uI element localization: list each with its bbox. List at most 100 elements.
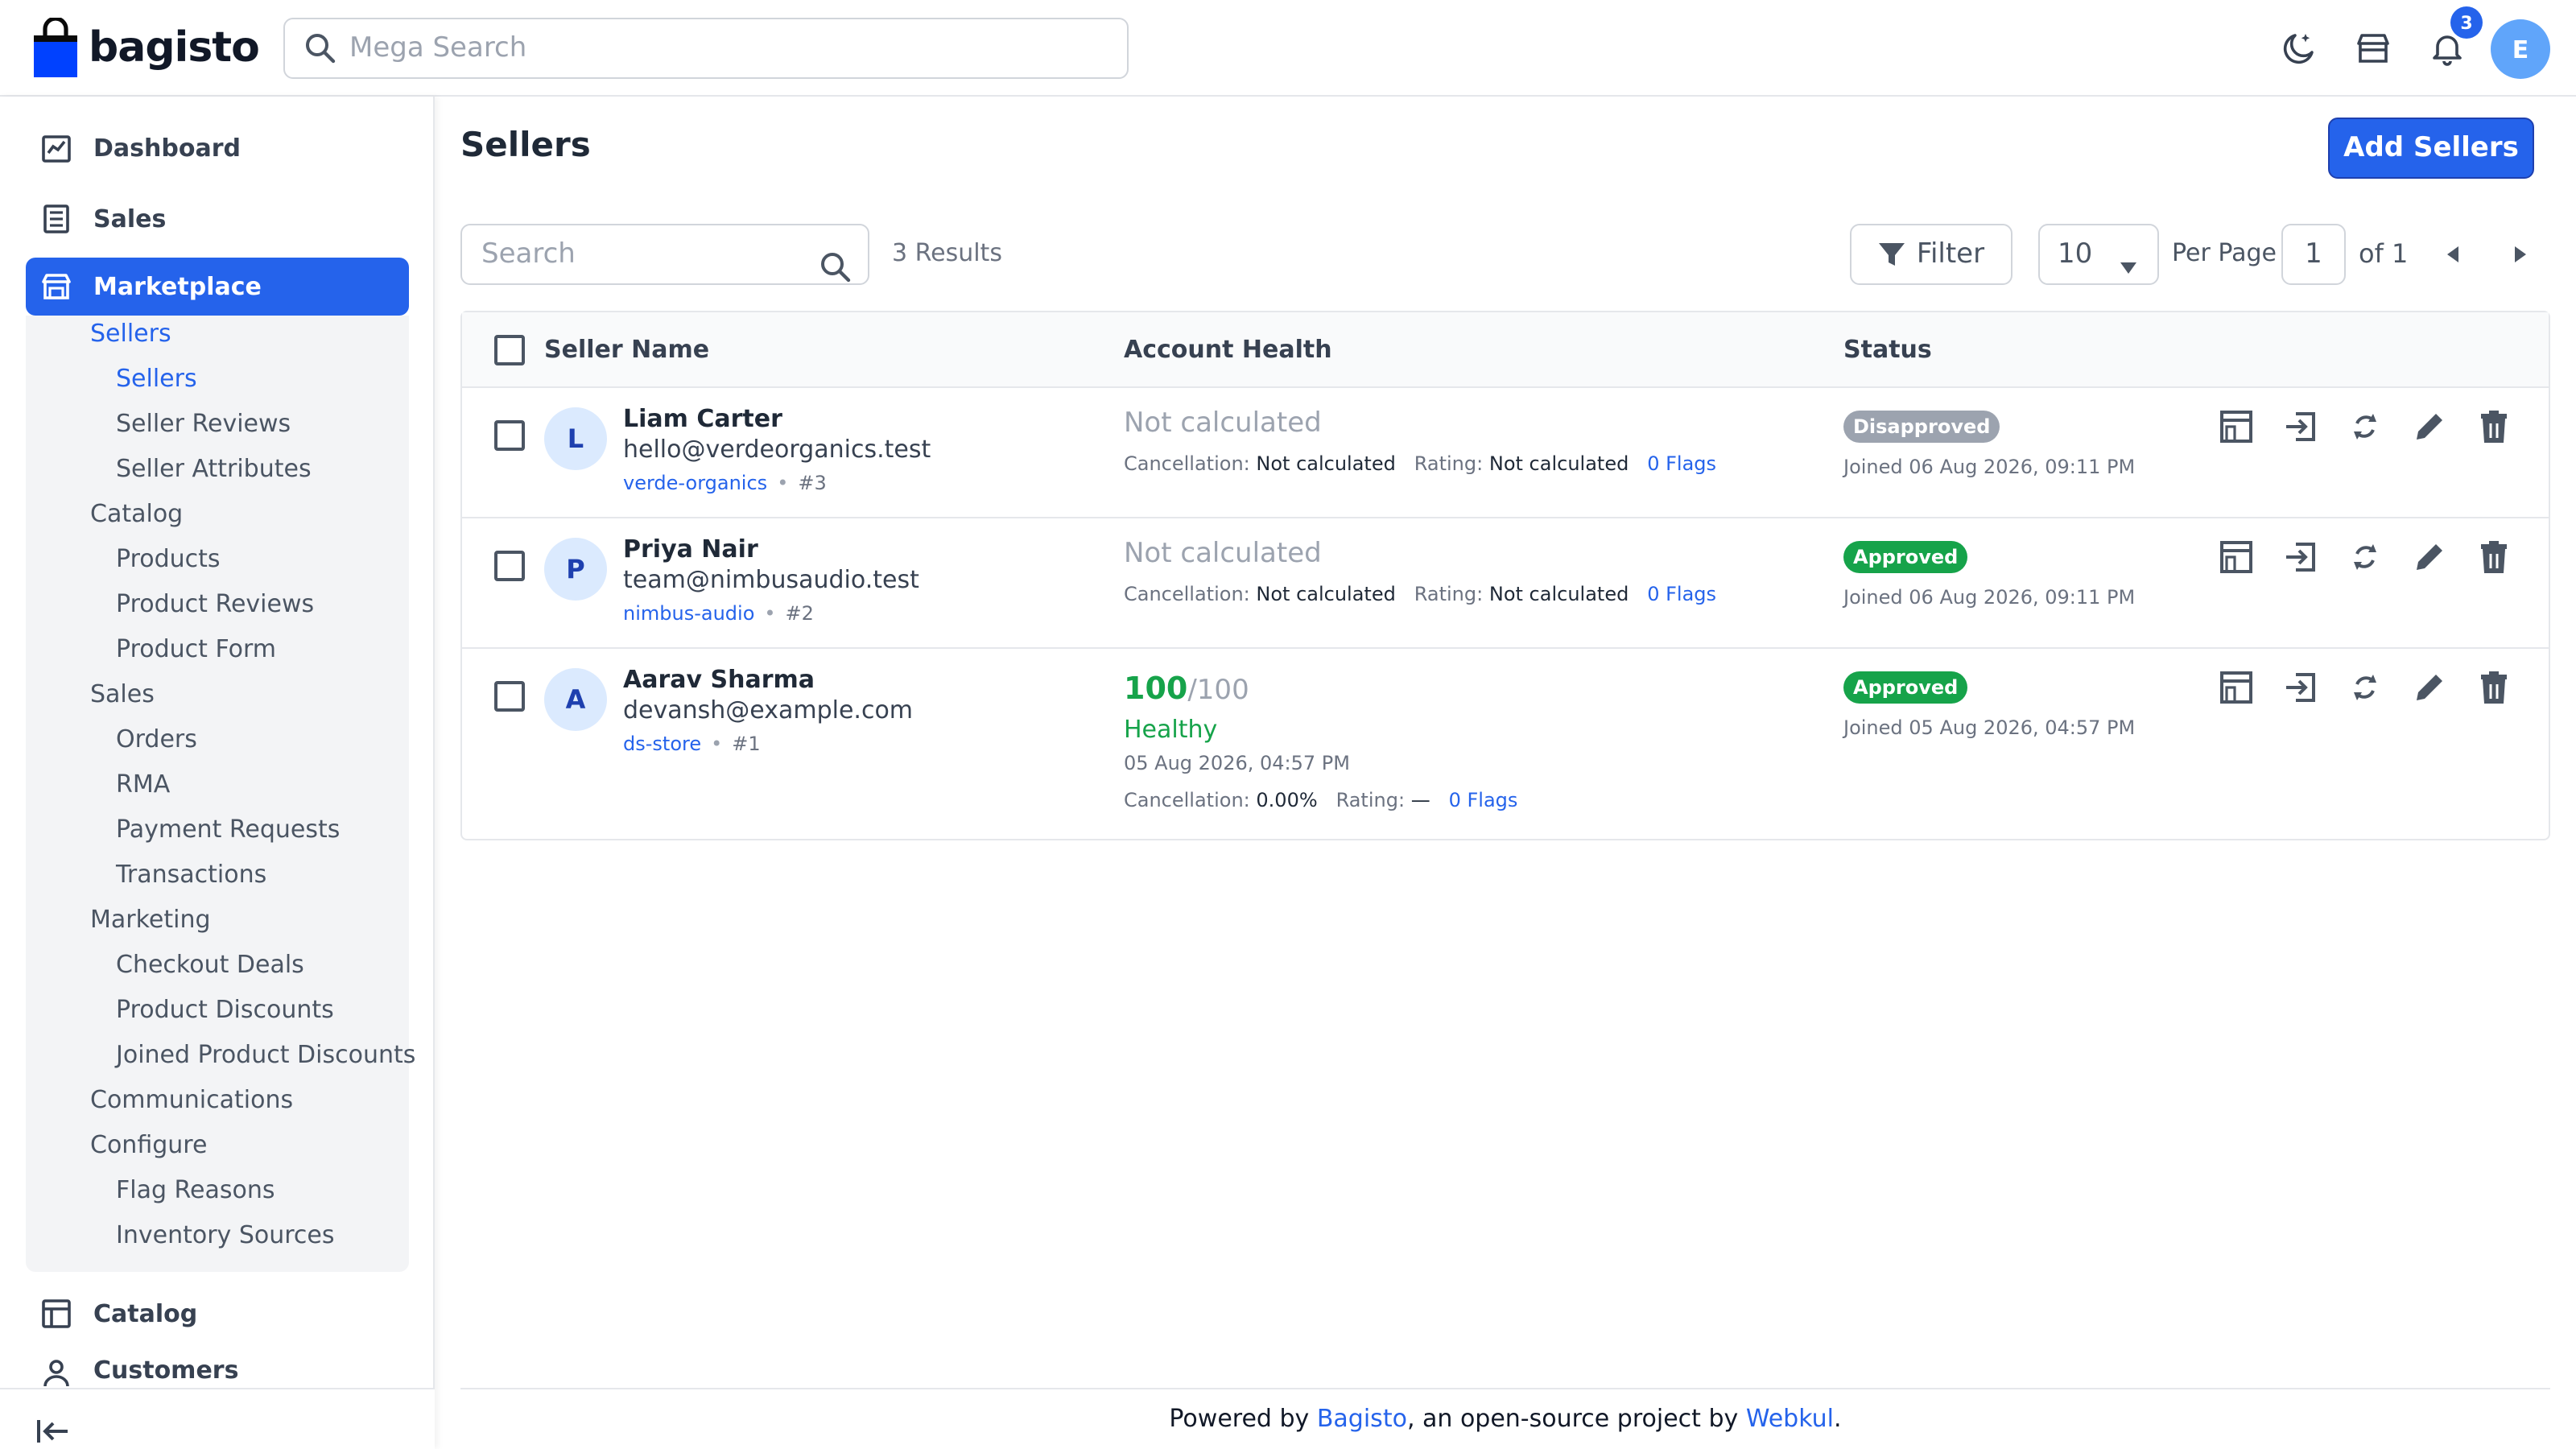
submenu-inventory-sources[interactable]: Inventory Sources (116, 1220, 335, 1249)
sync-icon[interactable] (2346, 538, 2384, 576)
seller-name: Priya Nair (623, 535, 758, 564)
submenu-marketing-group[interactable]: Marketing (90, 905, 211, 934)
sidebar-item-dashboard[interactable]: Dashboard (26, 119, 409, 177)
flags-link[interactable]: 0 Flags (1449, 789, 1518, 811)
seller-search-input[interactable] (481, 238, 803, 270)
sidebar-item-label: Marketplace (93, 272, 262, 301)
marketplace-submenu: Sellers Sellers Seller Reviews Seller At… (26, 316, 415, 1272)
view-storefront-icon[interactable] (2217, 538, 2256, 576)
login-as-seller-icon[interactable] (2281, 668, 2320, 707)
submenu-catalog-group[interactable]: Catalog (90, 499, 183, 528)
submenu-rma[interactable]: RMA (116, 770, 170, 799)
joined-date: Joined 06 Aug 2026, 09:11 PM (1843, 456, 2136, 478)
submenu-configure-group[interactable]: Configure (90, 1130, 207, 1159)
seller-name: Liam Carter (623, 404, 782, 433)
submenu-sales-group[interactable]: Sales (90, 679, 155, 708)
sidebar-item-marketplace[interactable]: Marketplace (26, 258, 409, 316)
joined-date: Joined 06 Aug 2026, 09:11 PM (1843, 586, 2136, 609)
seller-search-box[interactable] (460, 224, 869, 285)
submenu-product-reviews[interactable]: Product Reviews (116, 589, 314, 618)
submenu-product-form[interactable]: Product Form (116, 634, 276, 663)
seller-slug-link[interactable]: nimbus-audio (623, 602, 754, 625)
edit-pencil-icon[interactable] (2410, 407, 2449, 446)
storefront-icon[interactable] (2349, 24, 2397, 72)
sidebar-footer (0, 1388, 435, 1449)
submenu-payment-requests[interactable]: Payment Requests (116, 815, 340, 844)
submenu-seller-attributes[interactable]: Seller Attributes (116, 454, 312, 483)
dark-mode-icon[interactable] (2275, 24, 2323, 72)
mega-search-box[interactable] (283, 18, 1129, 79)
flags-link[interactable]: 0 Flags (1647, 583, 1716, 605)
view-storefront-icon[interactable] (2217, 407, 2256, 446)
column-seller-name[interactable]: Seller Name (544, 335, 709, 364)
marketplace-store-icon (39, 269, 74, 304)
column-status[interactable]: Status (1843, 335, 1932, 364)
bagisto-logo[interactable]: bagisto (32, 16, 260, 80)
row-checkbox[interactable] (494, 681, 525, 712)
page-total-label: of 1 (2359, 238, 2409, 269)
filter-funnel-icon (1878, 240, 1907, 269)
joined-date: Joined 05 Aug 2026, 04:57 PM (1843, 716, 2136, 739)
page-number-input[interactable]: 1 (2281, 224, 2346, 285)
view-storefront-icon[interactable] (2217, 668, 2256, 707)
submenu-seller-reviews[interactable]: Seller Reviews (116, 409, 291, 438)
per-page-value: 10 (2058, 238, 2093, 270)
submenu-sellers-group[interactable]: Sellers (90, 319, 171, 348)
seller-slug-link[interactable]: ds-store (623, 733, 701, 755)
previous-page-icon[interactable] (2436, 238, 2468, 270)
submenu-checkout-deals[interactable]: Checkout Deals (116, 950, 304, 979)
submenu-product-discounts[interactable]: Product Discounts (116, 995, 334, 1024)
sidebar-item-label: Customers (93, 1356, 239, 1385)
submenu-products[interactable]: Products (116, 544, 221, 573)
sidebar-item-sales[interactable]: Sales (26, 190, 409, 248)
submenu-flag-reasons[interactable]: Flag Reasons (116, 1175, 275, 1204)
table-row: A Aarav Sharma devansh@example.com ds-st… (462, 649, 2549, 839)
footer-text: Powered by (1169, 1404, 1317, 1433)
login-as-seller-icon[interactable] (2281, 538, 2320, 576)
flags-link[interactable]: 0 Flags (1647, 452, 1716, 475)
collapse-sidebar-icon[interactable] (35, 1404, 71, 1449)
select-all-checkbox[interactable] (494, 335, 525, 365)
submenu-sellers[interactable]: Sellers (116, 364, 197, 393)
sync-icon[interactable] (2346, 407, 2384, 446)
catalog-icon (39, 1296, 74, 1331)
add-sellers-button[interactable]: Add Sellers (2328, 118, 2534, 179)
filter-button[interactable]: Filter (1850, 224, 2013, 285)
column-account-health[interactable]: Account Health (1124, 335, 1332, 364)
health-metrics: Cancellation: 0.00% Rating: — 0 Flags (1124, 789, 1518, 811)
login-as-seller-icon[interactable] (2281, 407, 2320, 446)
table-row: L Liam Carter hello@verdeorganics.test v… (462, 388, 2549, 518)
seller-slug-link[interactable]: verde-organics (623, 472, 767, 494)
mega-search-input[interactable] (349, 32, 1090, 64)
search-icon[interactable] (819, 240, 852, 296)
sidebar-item-catalog[interactable]: Catalog (26, 1285, 409, 1343)
sidebar-item-customers[interactable]: Customers (26, 1356, 409, 1388)
row-checkbox[interactable] (494, 551, 525, 581)
delete-trash-icon[interactable] (2475, 538, 2513, 576)
submenu-joined-product-discounts[interactable]: Joined Product Discounts (116, 1040, 415, 1069)
webkul-link[interactable]: Webkul (1746, 1404, 1834, 1433)
row-checkbox[interactable] (494, 420, 525, 451)
seller-id: #3 (798, 472, 827, 494)
health-metrics: Cancellation: Not calculated Rating: Not… (1124, 583, 1717, 605)
health-score: 100/100 (1124, 671, 1249, 707)
health-metrics: Cancellation: Not calculated Rating: Not… (1124, 452, 1717, 475)
sidebar-item-label: Sales (93, 204, 167, 233)
next-page-icon[interactable] (2504, 238, 2536, 270)
seller-initial-avatar: A (544, 668, 607, 731)
user-avatar[interactable]: E (2491, 19, 2550, 79)
seller-email: devansh@example.com (623, 696, 914, 724)
seller-slug-line: nimbus-audio • #2 (623, 602, 814, 625)
submenu-orders[interactable]: Orders (116, 724, 197, 753)
delete-trash-icon[interactable] (2475, 668, 2513, 707)
delete-trash-icon[interactable] (2475, 407, 2513, 446)
edit-pencil-icon[interactable] (2410, 538, 2449, 576)
submenu-transactions[interactable]: Transactions (116, 860, 266, 889)
seller-id: #2 (785, 602, 814, 625)
bagisto-link[interactable]: Bagisto (1317, 1404, 1407, 1433)
sync-icon[interactable] (2346, 668, 2384, 707)
edit-pencil-icon[interactable] (2410, 668, 2449, 707)
submenu-communications[interactable]: Communications (90, 1085, 293, 1114)
health-score-max: /100 (1187, 675, 1249, 707)
per-page-select[interactable]: 10 (2038, 224, 2159, 285)
